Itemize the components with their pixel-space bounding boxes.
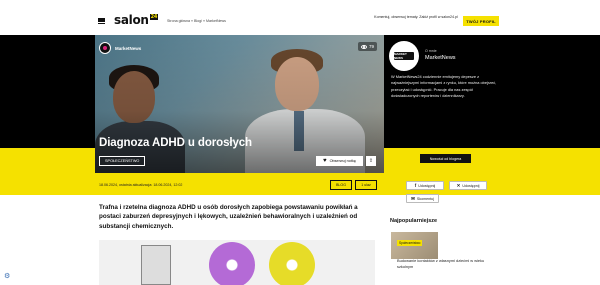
hamburger-icon[interactable]: [98, 18, 105, 24]
article-lead: Trafna i rzetelna diagnoza ADHD u osób d…: [99, 204, 358, 230]
author-card-description: W MarketNews24 codziennie emitujemy depe…: [391, 74, 497, 98]
hero-author-name: MarketNews: [115, 45, 142, 51]
heart-icon: ♥: [323, 158, 327, 164]
follow-note-label: Obserwuj notkę: [329, 159, 356, 163]
gear-icon[interactable]: ⚙: [4, 273, 10, 281]
breadcrumb[interactable]: Strona główna » Blogi » MarketNews: [167, 19, 226, 23]
blog-button[interactable]: BLOG: [330, 180, 352, 190]
popular-category-badge[interactable]: Społeczeństwo: [397, 240, 423, 246]
x-icon: ✕: [456, 182, 461, 188]
author-avatar: [99, 42, 111, 54]
site-header: salon 24 Strona główna » Blogi » MarketNe…: [0, 0, 600, 38]
comment-label: Skomentuj: [416, 196, 434, 201]
facebook-share-button[interactable]: f Udostępnij: [406, 181, 444, 190]
category-tag[interactable]: SPOŁECZEŃSTWO: [99, 156, 146, 166]
logo-badge: 24: [149, 14, 159, 20]
hero-shade: [95, 35, 384, 173]
eye-icon: [361, 44, 367, 49]
comment-button[interactable]: ✉ Skomentuj: [406, 194, 439, 203]
share-icon: ⇪: [368, 158, 374, 164]
site-logo[interactable]: salon 24: [114, 13, 159, 27]
facebook-share-label: Udostępnij: [418, 183, 436, 188]
mail-icon: ✉: [411, 195, 415, 201]
x-share-label: Udostępnij: [462, 183, 480, 188]
author-card-avatar[interactable]: MARKET NEWS: [389, 41, 419, 71]
article-dates: 18.06.2024, ostatnia aktualizacja: 18.06…: [99, 183, 183, 187]
author-card-name[interactable]: MarketNews: [425, 55, 456, 61]
yellow-spool: [269, 242, 315, 285]
purple-spool: [209, 242, 255, 285]
x-share-button[interactable]: ✕ Udostępnij: [449, 181, 487, 190]
view-counter: 79: [358, 42, 378, 51]
hero-image: [95, 35, 384, 173]
popular-heading: Najpopularniejsze: [390, 218, 438, 224]
view-count: 79: [369, 44, 375, 49]
comments-button[interactable]: 1 ulaz: [355, 180, 377, 190]
popular-item-link[interactable]: Budowanie kontaktów z własnymi dziećmi w…: [397, 258, 497, 270]
facebook-icon: f: [414, 183, 417, 188]
promo-text: Komentuj, obserwuj tematy. Załóż profil …: [374, 15, 458, 19]
author-card-logo: MARKET NEWS: [394, 52, 414, 60]
page-title: Diagnoza ADHD u dorosłych: [99, 137, 252, 149]
follow-blogger-button[interactable]: Nowości od blogera: [420, 154, 471, 163]
follow-note-button[interactable]: ♥ Obserwuj notkę: [316, 156, 363, 166]
printer-shape: [141, 245, 171, 285]
logo-text: salon: [114, 13, 149, 27]
author-card-label: O mnie: [425, 49, 437, 53]
your-profile-button[interactable]: TWÓJ PROFIL: [463, 16, 499, 26]
article-image: [99, 240, 375, 285]
share-button[interactable]: ⇪: [366, 156, 376, 166]
hero-author[interactable]: MarketNews: [99, 42, 141, 54]
